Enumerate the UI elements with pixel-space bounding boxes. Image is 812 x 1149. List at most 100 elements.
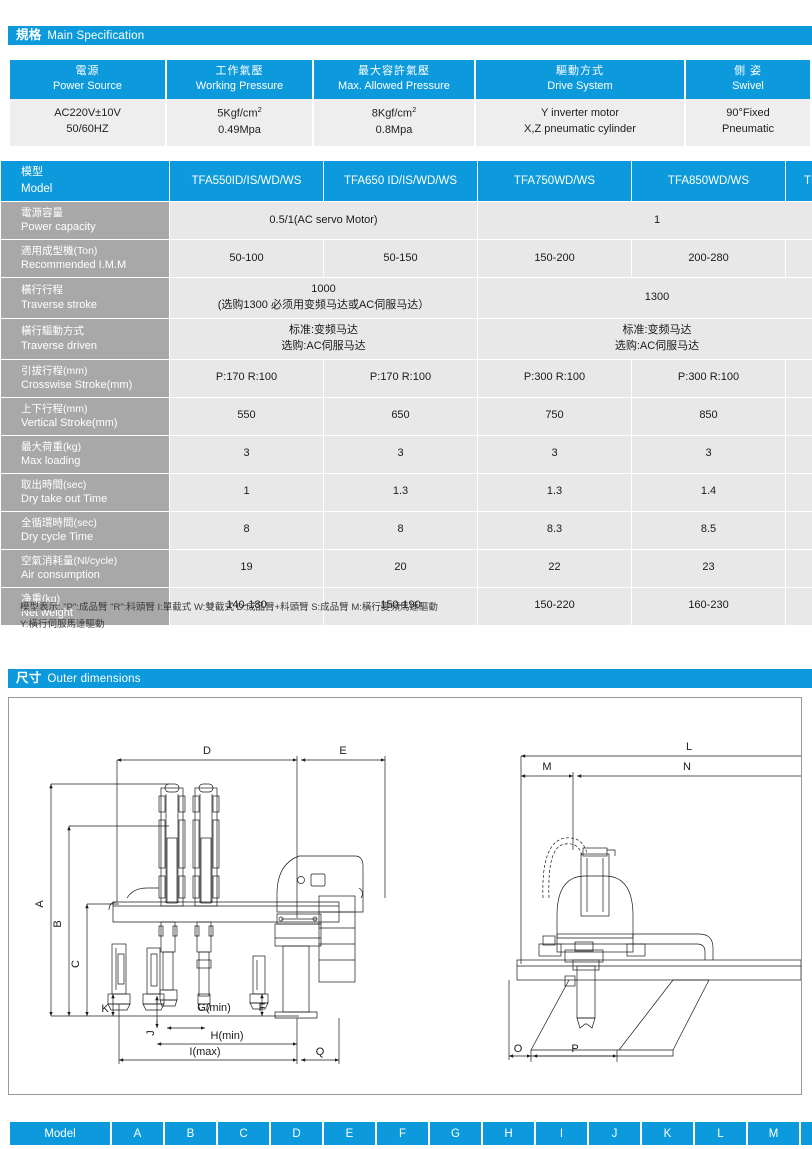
banner-title-en: Main Specification [47, 30, 145, 42]
spec-value-working-pressure: 5Kgf/cm2 0.49Mpa [167, 99, 312, 146]
model-table-row: 全循環時間(sec) Dry cycle Time 8 8 8.3 8.5 [1, 511, 812, 549]
spec-value-line1: AC220V±10V [54, 106, 121, 119]
model-table-row: 橫行行程 Traverse stroke 1000 (选购1300 必须用变频马达或A… [1, 278, 812, 318]
model-row-label-cn: 最大荷重(kg) [21, 440, 82, 453]
dimension-header-i: I [536, 1122, 587, 1145]
model-table-cell: 1 [478, 202, 812, 240]
dimension-header-h: H [483, 1122, 534, 1145]
model-table-cell: 标准:变频马达 选购:AC伺服马达 [478, 318, 812, 359]
main-specification-banner: 規格 Main Specification [8, 26, 812, 45]
model-row-label-en: Air consumption [21, 569, 100, 582]
dimension-header-k: K [642, 1122, 693, 1145]
spec-value-swivel: 90°Fixed Pneumatic [686, 99, 810, 146]
model-row-label-cn: 橫行行程 [21, 284, 63, 297]
model-row-label: 全循環時間(sec) Dry cycle Time [1, 511, 169, 549]
outer-dimensions-drawing: A B C D E F G(min) H(min) I(max) J K Q L… [8, 697, 802, 1095]
footnote-line-1: 模型表示:."P":成品臂 "R":料頭臂 I:單截式 W:雙截式 D:成品臂+… [20, 602, 438, 613]
model-table-cell: 19 [170, 549, 323, 587]
model-table-cell: 8.3 [478, 511, 631, 549]
model-row-label-en: Traverse driven [21, 339, 98, 352]
spec-header-en: Power Source [52, 80, 123, 92]
dimension-header-b: B [165, 1122, 216, 1145]
model-table-cell: 0.5/1(AC servo Motor) [170, 202, 477, 240]
spec-value-line1: 8Kgf/cm2 [316, 105, 472, 123]
model-row-label: 最大荷重(kg) Max loading [1, 435, 169, 473]
spec-header-cn: 驅動方式 [556, 65, 604, 78]
model-header-label: 模型 Model [1, 161, 169, 201]
model-row-label-cn: 上下行程(mm) [21, 402, 88, 415]
model-table-cell: 1000 (选购1300 必须用变频马达或AC伺服马达） [170, 278, 477, 318]
main-specification-table: 電源 Power Source 工作氣壓 Working Pressure 最大… [8, 60, 812, 146]
model-table-row: 橫行驅動方式 Traverse driven 标准:变频马达 选购:AC伺服马达 标准:… [1, 318, 812, 359]
model-table-cell: 50-100 [170, 240, 323, 278]
spec-header-cn: 最大容許氣壓 [358, 65, 430, 78]
dimension-header-g: G [430, 1122, 481, 1145]
footnote-line-2: Y:橫行伺服馬達驅動 [20, 618, 105, 630]
dimension-header-l: L [695, 1122, 746, 1145]
spec-header-cn: 工作氣壓 [215, 65, 264, 78]
dim-label-E: E [339, 745, 346, 757]
model-cell-line: 标准:变频马达 [622, 323, 692, 336]
model-table-cell: 200-280 [632, 240, 785, 278]
model-header-tfa-cutoff: TF [786, 161, 812, 201]
spec-value-row: AC220V±10V 50/60HZ 5Kgf/cm2 0.49Mpa 8Kgf… [10, 99, 810, 146]
dimension-header-a: A [112, 1122, 163, 1145]
dimension-header-m: M [748, 1122, 799, 1145]
model-row-label: 橫行驅動方式 Traverse driven [1, 318, 169, 359]
model-table-cell: 750 [478, 397, 631, 435]
model-row-label-en: Power capacity [21, 221, 96, 234]
model-table-cell [786, 397, 812, 435]
spec-header-cn: 側 姿 [733, 65, 763, 78]
model-row-label: 空氣消耗量(Nl/cycle) Air consumption [1, 549, 169, 587]
model-cell-line: 1300 [644, 291, 670, 303]
spec-header-en: Swivel [732, 80, 764, 92]
spec-value-line2: Pneumatic [722, 122, 774, 135]
model-table-row: 空氣消耗量(Nl/cycle) Air consumption 19 20 22 23 [1, 549, 812, 587]
dim-label-C: C [70, 960, 82, 968]
spec-value-power-source: AC220V±10V 50/60HZ [10, 99, 165, 146]
dimension-header-d: D [271, 1122, 322, 1145]
spec-value-max-allowed-pressure: 8Kgf/cm2 0.8Mpa [314, 99, 474, 146]
dim-label-N: N [683, 761, 691, 773]
model-table-body: 電源容量 Power capacity 0.5/1(AC servo Motor) 1… [1, 202, 812, 625]
model-table-row: 電源容量 Power capacity 0.5/1(AC servo Motor) 1 [1, 202, 812, 240]
model-cell-line: (选购1300 必须用变频马达或AC伺服马达） [217, 298, 430, 311]
spec-value-superscript: 2 [412, 105, 417, 114]
model-header-label-en: Model [21, 182, 53, 195]
spec-value-unit: 8Kgf/cm [371, 107, 413, 120]
dim-label-O: O [514, 1043, 523, 1055]
model-row-label-en: Crosswise Stroke(mm) [21, 378, 133, 391]
model-table-cell: 3 [632, 435, 785, 473]
model-table-cell: P:170 R:100 [324, 359, 477, 397]
model-row-label-cn: 全循環時間(sec) [21, 516, 97, 529]
banner-title-en: Outer dimensions [47, 673, 141, 685]
spec-value-line2: 0.8Mpa [375, 123, 413, 136]
dim-label-B: B [52, 920, 64, 927]
model-row-label-cn: 引拔行程(mm) [21, 364, 88, 377]
dim-label-F: F [259, 1002, 266, 1014]
outer-dimensions-banner: 尺寸 Outer dimensions [8, 669, 812, 688]
model-table-cell: P:170 R:100 [170, 359, 323, 397]
dimension-header-e: E [324, 1122, 375, 1145]
model-header-tfa650: TFA650 ID/IS/WD/WS [324, 161, 477, 201]
model-table-row: 上下行程(mm) Vertical Stroke(mm) 550 650 750 850 [1, 397, 812, 435]
model-table-row: 適用成型機(Ton) Recommended I.M.M 50-100 50-150 1… [1, 240, 812, 278]
dim-label-G-min: G(min) [197, 1002, 231, 1014]
spec-value-drive-system: Y inverter motor X,Z pneumatic cylinder [476, 99, 684, 146]
spec-header-en: Drive System [547, 80, 613, 92]
model-header-row: 模型 Model TFA550ID/IS/WD/WS TFA650 ID/IS/… [1, 161, 812, 201]
dimension-header-j: J [589, 1122, 640, 1145]
model-table-row: 最大荷重(kg) Max loading 3 3 3 3 [1, 435, 812, 473]
model-row-label-en: Dry take out Time [21, 493, 108, 505]
model-row-label-en: Max loading [21, 454, 81, 467]
banner-title-cn: 尺寸 [16, 671, 42, 685]
model-table-cell [786, 359, 812, 397]
model-table-cell: 1300 [478, 278, 812, 318]
banner-title-cn: 規格 [16, 28, 42, 42]
spec-value-unit: 5Kgf/cm [217, 107, 258, 120]
model-row-label: 取出時間(sec) Dry take out Time [1, 473, 169, 511]
model-cell-line: 1000 [311, 283, 336, 296]
model-header-label-cn: 模型 [21, 166, 43, 179]
spec-header-swivel: 側 姿 Swivel [686, 60, 810, 99]
model-row-label-en: Dry cycle Time [21, 531, 94, 544]
